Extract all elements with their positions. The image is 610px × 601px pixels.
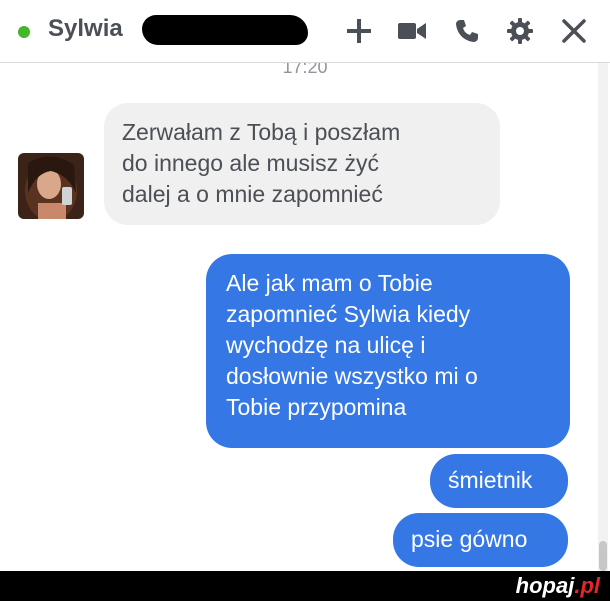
close-icon[interactable] <box>557 14 591 48</box>
sent-message-bubble[interactable]: śmietnik <box>430 454 568 508</box>
chat-header: Sylwia <box>0 0 610 63</box>
message-text: Ale jak mam o Tobie zapomnieć Sylwia kie… <box>226 270 478 420</box>
online-status-dot <box>18 26 30 38</box>
brand-tld: .pl <box>574 573 600 598</box>
gear-icon[interactable] <box>503 14 537 48</box>
phone-icon[interactable] <box>450 14 484 48</box>
message-text: Zerwałam z Tobą i poszłam do innego ale … <box>122 119 401 207</box>
message-text: śmietnik <box>448 467 533 493</box>
video-camera-icon[interactable] <box>395 14 429 48</box>
contact-avatar[interactable] <box>18 153 84 219</box>
contact-name[interactable]: Sylwia <box>48 15 123 43</box>
sent-message-bubble[interactable]: psie gówno <box>393 513 568 567</box>
scrollbar-thumb[interactable] <box>599 541 607 571</box>
scrollbar[interactable] <box>598 63 608 571</box>
brand-logo: hopaj.pl <box>516 573 600 599</box>
message-timestamp: 17:20 <box>282 63 328 77</box>
brand-name: hopaj <box>515 573 575 598</box>
message-text: psie gówno <box>411 526 528 552</box>
plus-icon[interactable] <box>342 14 376 48</box>
watermark-bar: hopaj.pl <box>0 571 610 601</box>
sent-message-bubble[interactable]: Ale jak mam o Tobie zapomnieć Sylwia kie… <box>206 254 570 448</box>
redaction-mark <box>142 15 308 45</box>
received-message-bubble[interactable]: Zerwałam z Tobą i poszłam do innego ale … <box>104 103 500 225</box>
message-thread[interactable]: 17:20 Zerwałam z Tobą i poszłam do inneg… <box>0 63 610 571</box>
